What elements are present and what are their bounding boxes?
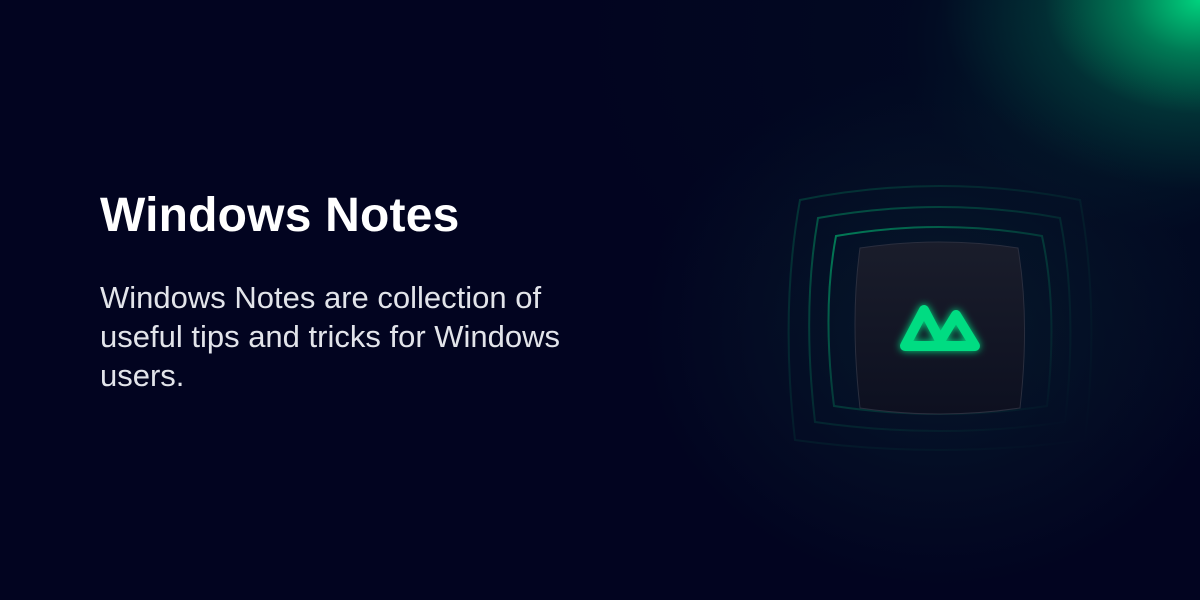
logo-art xyxy=(787,185,1093,451)
og-image-card: Windows Notes Windows Notes are collecti… xyxy=(0,0,1200,600)
page-description: Windows Notes are collection of useful t… xyxy=(100,280,561,393)
logo-tile xyxy=(854,241,1026,415)
page-title: Windows Notes xyxy=(100,189,460,242)
